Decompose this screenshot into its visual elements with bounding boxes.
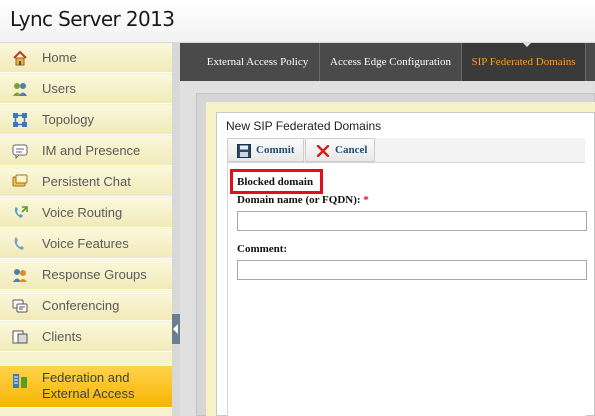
- users-icon: [12, 81, 28, 97]
- sidebar-item-label: Voice Routing: [42, 205, 123, 220]
- save-disk-icon: [237, 144, 251, 158]
- home-icon: [12, 50, 28, 66]
- required-marker: *: [363, 194, 369, 206]
- sidebar-item-label: Topology: [42, 112, 95, 127]
- sidebar-item-label: Response Groups: [42, 267, 147, 282]
- tab-label: SIP Federated Domains: [471, 56, 576, 68]
- sidebar-item-label: Federation and External Access: [42, 370, 135, 401]
- chevron-left-icon: [173, 324, 178, 334]
- tab-bar: External Access Policy Access Edge Confi…: [180, 43, 595, 81]
- federation-icon: [12, 373, 28, 389]
- im-presence-icon: [12, 143, 28, 160]
- response-groups-icon: [12, 267, 28, 283]
- sidebar-item-topology[interactable]: Topology: [0, 105, 172, 135]
- domain-name-input[interactable]: [237, 211, 587, 231]
- close-icon: [317, 145, 329, 157]
- voice-routing-icon: [12, 205, 28, 221]
- clients-icon: [12, 329, 28, 345]
- sidebar-divider: [172, 43, 180, 416]
- sidebar-item-label: Conferencing: [42, 298, 120, 313]
- sidebar-collapse-handle[interactable]: [172, 314, 180, 344]
- sidebar-item-clients[interactable]: Clients: [0, 322, 172, 352]
- sidebar-item-voice-features[interactable]: Voice Features: [0, 229, 172, 259]
- domain-name-label: Domain name (or FQDN): *: [237, 194, 369, 206]
- tab-external-access-policy[interactable]: External Access Policy: [196, 43, 320, 81]
- sidebar-item-label: Voice Features: [42, 236, 129, 251]
- commit-label: Commit: [256, 144, 295, 156]
- domain-name-label-text: Domain name (or FQDN):: [237, 194, 361, 206]
- highlight-annotation: [230, 169, 323, 194]
- app-title: Lync Server 2013: [10, 7, 175, 31]
- sidebar-item-response-groups[interactable]: Response Groups: [0, 260, 172, 290]
- sidebar-item-im-presence[interactable]: IM and Presence: [0, 136, 172, 166]
- tab-label: Access Edge Configuration: [330, 56, 451, 68]
- form-toolbar: Commit Cancel: [227, 138, 585, 163]
- active-tab-caret: [523, 43, 531, 47]
- sidebar-item-label: Home: [42, 50, 77, 65]
- sidebar-item-persistent-chat[interactable]: Persistent Chat: [0, 167, 172, 197]
- sidebar-item-label: Users: [42, 81, 76, 96]
- tab-access-edge-configuration[interactable]: Access Edge Configuration: [320, 43, 462, 81]
- topology-icon: [12, 112, 28, 128]
- form-title: New SIP Federated Domains: [226, 119, 382, 133]
- title-bar: Lync Server 2013: [0, 0, 595, 43]
- conferencing-icon: [12, 298, 28, 314]
- tab-label: External Access Policy: [206, 56, 309, 68]
- sidebar-item-federation[interactable]: Federation and External Access: [0, 366, 172, 408]
- voice-features-icon: [12, 236, 28, 252]
- cancel-button[interactable]: Cancel: [305, 138, 375, 162]
- comment-input[interactable]: [237, 260, 587, 280]
- sidebar-item-conferencing[interactable]: Conferencing: [0, 291, 172, 321]
- sidebar-item-users[interactable]: Users: [0, 74, 172, 104]
- sidebar-item-voice-routing[interactable]: Voice Routing: [0, 198, 172, 228]
- sidebar-item-label: IM and Presence: [42, 143, 141, 158]
- comment-label: Comment:: [237, 243, 288, 255]
- persistent-chat-icon: [12, 174, 28, 190]
- sidebar-item-home[interactable]: Home: [0, 43, 172, 73]
- sidebar-nav: Home Users Topology IM and Presence Pers…: [0, 43, 172, 416]
- cancel-label: Cancel: [335, 144, 368, 156]
- sidebar-item-label: Clients: [42, 329, 82, 344]
- commit-button[interactable]: Commit: [227, 138, 304, 162]
- sidebar-item-label: Persistent Chat: [42, 174, 131, 189]
- tab-sip-federated-domains[interactable]: SIP Federated Domains: [462, 43, 586, 81]
